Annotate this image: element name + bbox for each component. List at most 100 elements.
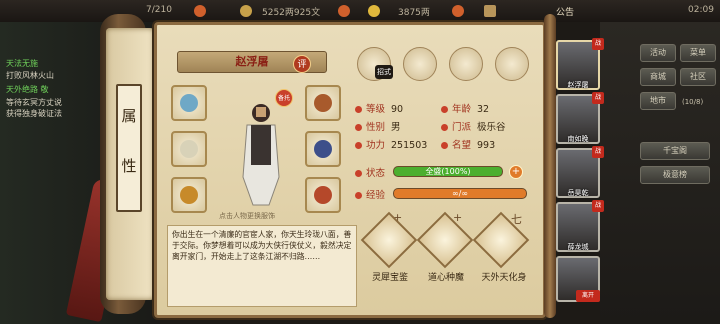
status-value: 全盛(100%) — [425, 167, 471, 176]
exp-bar: ∞/∞ — [393, 188, 527, 199]
treasure-pavilion-button[interactable]: 千宝阁 — [640, 142, 710, 160]
title-char-top: 属 — [121, 107, 137, 125]
scroll-right-rod — [544, 14, 556, 318]
tab-inventory[interactable] — [403, 47, 437, 81]
sect-label: 门派 — [452, 122, 472, 133]
skill-3-name: 天外天化身 — [481, 273, 527, 283]
city-button[interactable]: 地市 — [640, 92, 676, 110]
battle-flag-icon: 战 — [592, 146, 604, 158]
money-value: 5252两925文 — [262, 8, 321, 18]
evaluate-button[interactable]: 评 — [293, 55, 311, 73]
age-value: 32 — [477, 104, 490, 115]
quest-line[interactable]: 等待玄冥方丈说 — [6, 97, 62, 108]
fame-value: 993 — [477, 140, 496, 151]
stat-bullet-icon — [441, 124, 448, 131]
helmet-icon — [314, 94, 332, 112]
stat-age: 年龄 32 — [441, 101, 489, 115]
equip-slot-helmet[interactable] — [305, 85, 341, 121]
swap-outfit-badge[interactable]: 备托 — [275, 89, 293, 107]
equip-slot-boots[interactable] — [305, 177, 341, 213]
exp-label: 经验 — [366, 190, 386, 201]
exp-value: ∞/∞ — [451, 189, 469, 198]
equip-slot-armor[interactable] — [305, 131, 341, 167]
add-money-icon[interactable] — [338, 5, 350, 17]
status-label: 状态 — [366, 168, 386, 179]
boots-icon — [314, 186, 332, 204]
party-member-2[interactable]: 战 南如晚 — [556, 92, 604, 144]
fame-label: 名望 — [452, 140, 472, 151]
money-icon — [240, 5, 252, 17]
menu-button[interactable]: 菜单 — [680, 44, 716, 62]
ring-icon — [180, 186, 198, 204]
quest-line[interactable]: 打败风林火山 — [6, 70, 54, 81]
party-member-name: 岳昊乾 — [567, 189, 589, 197]
party-member-name: 薛龙城 — [567, 243, 589, 251]
stat-fame: 名望 993 — [441, 137, 495, 151]
gender-value: 男 — [391, 122, 401, 133]
stat-bullet-icon — [355, 142, 362, 149]
quest-line[interactable]: 天外绝路 敬 — [6, 84, 49, 95]
community-button[interactable]: 社区 — [680, 68, 716, 86]
armor-icon — [314, 140, 332, 158]
party-member-5[interactable]: 离开 — [556, 256, 600, 302]
party-member-4[interactable]: 战 薛龙城 — [556, 200, 604, 252]
stat-bullet-icon — [441, 106, 448, 113]
party-member-name: 赵浮屠 — [567, 81, 589, 89]
level-label: 等级 — [366, 104, 386, 115]
character-biography: 你出生在一个清廉的官宦人家，你天生玲珑八面，善于交际。你梦想着可以成为大侠行侠仗… — [167, 225, 357, 307]
character-panel: 赵浮屠 评 备托 点击人物更换服饰 招式 等级 90 年龄 32 性别男 门派 极乐谷… — [154, 22, 546, 318]
stat-level: 等级 90 — [355, 101, 403, 115]
tab-skills-label: 招式 — [375, 65, 393, 79]
party-member-name: 南如晚 — [567, 135, 589, 143]
stat-power: 功力 251503 — [355, 137, 427, 151]
stat-bullet-icon — [355, 170, 362, 177]
equip-slot-accessory[interactable] — [171, 131, 207, 167]
quest-line[interactable]: 天法无施 — [6, 58, 38, 69]
battle-flag-icon: 战 — [592, 38, 604, 50]
stat-bullet-icon — [441, 142, 448, 149]
level-note: (10/8) — [682, 98, 704, 106]
gold-icon — [368, 5, 380, 17]
skill-slot-1[interactable] — [360, 211, 418, 269]
sect-value: 极乐谷 — [477, 122, 506, 133]
stat-sect: 门派 极乐谷 — [441, 119, 506, 133]
ranking-button[interactable]: 极意榜 — [640, 166, 710, 184]
tab-meridians[interactable] — [495, 47, 529, 81]
weapon-icon — [180, 94, 198, 112]
power-value: 251503 — [391, 140, 428, 151]
party-member-1[interactable]: 战 赵浮屠 — [556, 38, 604, 90]
shop-button[interactable]: 商城 — [640, 68, 676, 86]
add-gold-icon[interactable] — [452, 5, 464, 17]
stat-bullet-icon — [355, 124, 362, 131]
gift-icon[interactable] — [484, 5, 496, 17]
level-value: 90 — [391, 104, 404, 115]
side-menu: 活动 菜单 商城 社区 地市 (10/8) 千宝阁 极意榜 — [600, 22, 720, 324]
stat-exp: 经验 — [355, 187, 391, 201]
add-stamina-icon[interactable] — [194, 5, 206, 17]
equip-slot-weapon[interactable] — [171, 85, 207, 121]
character-figure[interactable] — [233, 97, 289, 209]
gold-value: 3875两 — [398, 8, 430, 18]
outfit-hint: 点击人物更换服饰 — [219, 212, 275, 220]
leave-party-icon[interactable]: 离开 — [576, 290, 600, 302]
battle-flag-icon: 战 — [592, 200, 604, 212]
stat-bullet-icon — [355, 192, 362, 199]
battle-flag-icon: 战 — [592, 92, 604, 104]
power-label: 功力 — [366, 140, 386, 151]
clock-time: 02:09 — [688, 5, 714, 15]
accessory-icon — [180, 140, 198, 158]
stat-gender: 性别男 — [355, 119, 401, 133]
skill-slot-2[interactable] — [416, 211, 474, 269]
party-member-3[interactable]: 战 岳昊乾 — [556, 146, 604, 198]
tab-taiji[interactable] — [449, 47, 483, 81]
equip-slot-ring[interactable] — [171, 177, 207, 213]
stamina-value: 7/210 — [146, 5, 172, 15]
activity-button[interactable]: 活动 — [640, 44, 676, 62]
attributes-title-tab[interactable]: 属 性 — [116, 84, 142, 212]
restore-status-button[interactable]: + — [509, 165, 523, 179]
stat-status: 状态 — [355, 165, 391, 179]
gender-label: 性别 — [366, 122, 386, 133]
quest-line[interactable]: 获得独身破证法 — [6, 108, 62, 119]
age-label: 年龄 — [452, 104, 472, 115]
announcement-link[interactable]: 公告 — [556, 5, 574, 18]
